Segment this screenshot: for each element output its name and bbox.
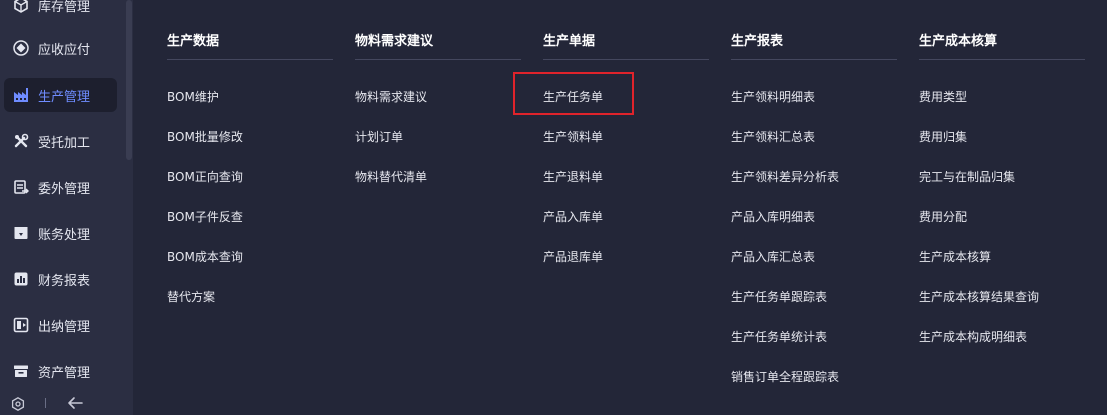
sidebar-item-label: 资产管理 bbox=[38, 365, 91, 381]
settings-icon[interactable] bbox=[11, 396, 25, 411]
menu-item-material-requirement[interactable]: 物料需求建议 bbox=[355, 90, 427, 104]
menu-item-material-return[interactable]: 生产退料单 bbox=[543, 170, 603, 184]
tools-icon bbox=[12, 132, 30, 150]
menu-item-bom-forward-query[interactable]: BOM正向查询 bbox=[167, 170, 243, 184]
menu-item-bom-maintain[interactable]: BOM维护 bbox=[167, 90, 219, 104]
sidebar-item-receivables[interactable]: 应收应付 bbox=[4, 31, 117, 65]
mega-menu-panel: 生产数据 BOM维护 BOM批量修改 BOM正向查询 BOM子件反查 BOM成本… bbox=[133, 0, 1107, 415]
column-title: 生产成本核算 bbox=[919, 30, 1085, 60]
sidebar-item-assets[interactable]: 资产管理 bbox=[4, 354, 117, 388]
menu-item-bom-batch-edit[interactable]: BOM批量修改 bbox=[167, 130, 243, 144]
sidebar-item-label: 账务处理 bbox=[38, 227, 91, 243]
menu-item-cost-accounting[interactable]: 生产成本核算 bbox=[919, 250, 991, 264]
menu-item-expense-allocation[interactable]: 费用分配 bbox=[919, 210, 967, 224]
diamond-icon bbox=[12, 39, 30, 57]
column-title: 生产数据 bbox=[167, 30, 333, 60]
menu-item-cost-composition-report[interactable]: 生产成本构成明细表 bbox=[919, 330, 1027, 344]
asset-icon bbox=[12, 362, 30, 380]
column-title: 物料需求建议 bbox=[355, 30, 521, 60]
menu-item-material-issue[interactable]: 生产领料单 bbox=[543, 130, 603, 144]
sidebar-item-label: 受托加工 bbox=[38, 135, 91, 151]
sidebar-item-outsourcing[interactable]: 委外管理 bbox=[4, 170, 117, 204]
menu-item-product-return[interactable]: 产品退库单 bbox=[543, 250, 603, 264]
menu-item-task-tracking-report[interactable]: 生产任务单跟踪表 bbox=[731, 290, 827, 304]
sidebar-item-cashier[interactable]: 出纳管理 bbox=[4, 308, 117, 342]
sidebar: 库存管理 应收应付 生产管理 受托加工 委外管理 账务处理 财务报表 出纳管理 … bbox=[0, 0, 133, 415]
menu-item-material-substitute-list[interactable]: 物料替代清单 bbox=[355, 170, 427, 184]
column-title: 生产报表 bbox=[731, 30, 897, 60]
menu-item-finished-wip-collection[interactable]: 完工与在制品归集 bbox=[919, 170, 1015, 184]
report-icon bbox=[12, 270, 30, 288]
menu-item-sales-order-tracking-report[interactable]: 销售订单全程跟踪表 bbox=[731, 370, 839, 384]
sidebar-item-production[interactable]: 生产管理 bbox=[4, 78, 117, 112]
factory-icon bbox=[12, 86, 30, 104]
menu-item-receipt-summary-report[interactable]: 产品入库汇总表 bbox=[731, 250, 815, 264]
menu-item-issue-variance-report[interactable]: 生产领料差异分析表 bbox=[731, 170, 839, 184]
sidebar-footer bbox=[0, 392, 133, 415]
menu-item-issue-summary-report[interactable]: 生产领料汇总表 bbox=[731, 130, 815, 144]
menu-item-cost-result-query[interactable]: 生产成本核算结果查询 bbox=[919, 290, 1039, 304]
menu-item-bom-cost-query[interactable]: BOM成本查询 bbox=[167, 250, 243, 264]
sidebar-item-financial-reports[interactable]: 财务报表 bbox=[4, 262, 117, 296]
ledger-icon bbox=[12, 224, 30, 242]
sidebar-item-label: 委外管理 bbox=[38, 181, 91, 197]
footer-divider bbox=[45, 398, 46, 408]
sidebar-item-label: 财务报表 bbox=[38, 273, 91, 289]
highlight-box bbox=[513, 72, 634, 115]
menu-item-substitute-plan[interactable]: 替代方案 bbox=[167, 290, 215, 304]
menu-item-bom-reverse-lookup[interactable]: BOM子件反查 bbox=[167, 210, 243, 224]
sidebar-item-accounting[interactable]: 账务处理 bbox=[4, 216, 117, 250]
menu-item-planned-order[interactable]: 计划订单 bbox=[355, 130, 403, 144]
collapse-arrow-icon[interactable] bbox=[66, 395, 84, 411]
menu-item-issue-detail-report[interactable]: 生产领料明细表 bbox=[731, 90, 815, 104]
sidebar-item-toll-processing[interactable]: 受托加工 bbox=[4, 124, 117, 158]
sidebar-item-inventory[interactable]: 库存管理 bbox=[4, 0, 117, 22]
menu-item-expense-type[interactable]: 费用类型 bbox=[919, 90, 967, 104]
column-title: 生产单据 bbox=[543, 30, 709, 60]
sidebar-item-label: 生产管理 bbox=[38, 89, 91, 105]
sidebar-scrollbar[interactable] bbox=[126, 0, 132, 160]
sidebar-item-label: 库存管理 bbox=[38, 0, 91, 15]
menu-item-receipt-detail-report[interactable]: 产品入库明细表 bbox=[731, 210, 815, 224]
menu-item-task-statistics-report[interactable]: 生产任务单统计表 bbox=[731, 330, 827, 344]
menu-item-product-receipt[interactable]: 产品入库单 bbox=[543, 210, 603, 224]
sidebar-item-label: 应收应付 bbox=[38, 42, 91, 58]
sidebar-item-label: 出纳管理 bbox=[38, 319, 91, 335]
cube-icon bbox=[12, 0, 30, 14]
cashier-icon bbox=[12, 316, 30, 334]
menu-item-expense-collection[interactable]: 费用归集 bbox=[919, 130, 967, 144]
outsource-icon bbox=[12, 178, 30, 196]
